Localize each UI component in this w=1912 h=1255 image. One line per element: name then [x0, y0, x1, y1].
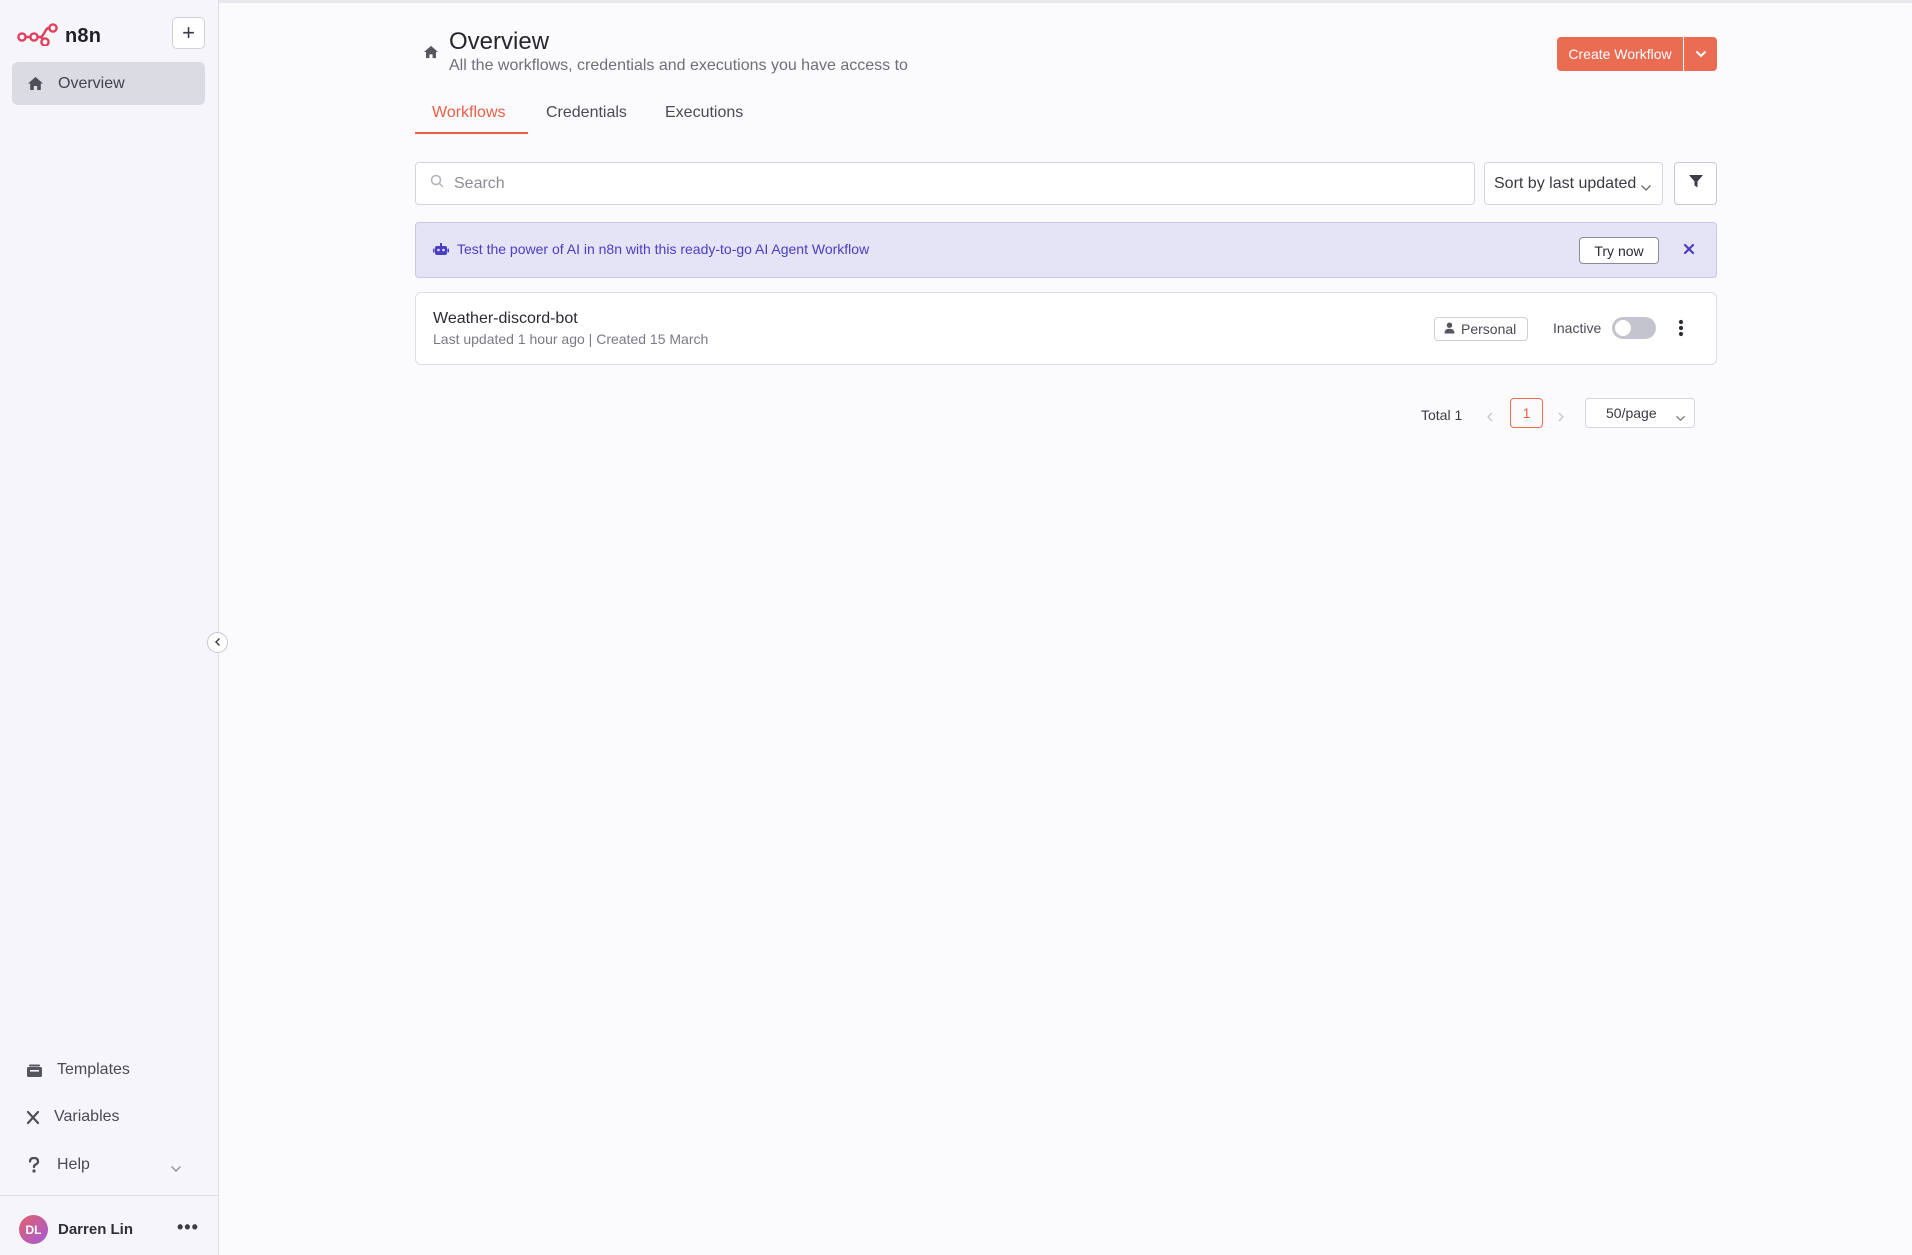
ai-promo-banner: Test the power of AI in n8n with this re… — [415, 222, 1717, 278]
create-options-dropdown[interactable] — [1684, 37, 1717, 71]
filter-button[interactable] — [1674, 162, 1717, 205]
page-button-current[interactable]: 1 — [1510, 398, 1543, 428]
sidebar-item-label: Help — [57, 1156, 90, 1173]
user-name: Darren Lin — [58, 1221, 134, 1238]
create-workflow-button[interactable]: Create Workflow — [1557, 37, 1683, 71]
help-icon — [25, 1156, 43, 1174]
home-icon — [26, 75, 44, 93]
top-border — [219, 0, 1912, 3]
workflow-active-toggle[interactable] — [1612, 317, 1656, 339]
robot-icon — [433, 242, 449, 261]
user-menu-button[interactable]: ••• — [177, 1217, 199, 1238]
chevron-down-icon[interactable] — [170, 1160, 182, 1178]
page-subtitle: All the workflows, credentials and execu… — [449, 57, 908, 74]
sort-label: Sort by last updated — [1494, 174, 1637, 192]
page-size-label: 50/page — [1606, 405, 1657, 421]
page-size-select[interactable]: 50/page — [1585, 398, 1695, 428]
chevron-left-icon[interactable] — [1486, 409, 1494, 427]
filter-icon — [1688, 173, 1704, 194]
banner-text: Test the power of AI in n8n with this re… — [457, 241, 870, 257]
more-vertical-icon[interactable] — [1678, 319, 1684, 342]
sidebar-item-overview[interactable]: Overview — [12, 62, 205, 105]
user-icon — [1444, 321, 1455, 337]
user-profile: DL Darren Lin ••• — [0, 1195, 219, 1255]
sidebar-item-label: Overview — [58, 74, 125, 92]
toggle-knob — [1615, 320, 1631, 336]
collapse-sidebar-button[interactable] — [207, 632, 228, 653]
sidebar-item-templates[interactable]: Templates — [25, 1061, 130, 1079]
templates-icon — [25, 1061, 43, 1079]
workflow-card[interactable]: Weather-discord-bot Last updated 1 hour … — [415, 292, 1717, 365]
tab-workflows[interactable]: Workflows — [432, 104, 506, 122]
close-icon[interactable] — [1683, 242, 1695, 260]
sort-select[interactable]: Sort by last updated — [1484, 162, 1663, 205]
chevron-right-icon[interactable] — [1557, 409, 1565, 427]
workflow-meta: Last updated 1 hour ago | Created 15 Mar… — [433, 331, 709, 347]
chevron-down-icon — [1695, 45, 1707, 63]
chevron-left-icon — [213, 634, 223, 652]
chevron-down-icon — [1675, 409, 1686, 425]
total-count: Total 1 — [1421, 407, 1463, 423]
chevron-down-icon — [1640, 179, 1652, 197]
owner-badge-label: Personal — [1461, 321, 1517, 337]
search-icon — [430, 174, 444, 193]
workflow-status: Inactive — [1553, 320, 1602, 336]
active-tab-indicator — [415, 132, 528, 134]
sidebar-item-label: Variables — [54, 1108, 120, 1125]
search-box — [415, 162, 1475, 205]
sidebar-item-variables[interactable]: Variables — [25, 1108, 120, 1126]
brand[interactable]: n8n — [17, 22, 101, 51]
search-input[interactable] — [454, 174, 1446, 193]
sidebar-item-help[interactable]: Help — [25, 1156, 90, 1174]
avatar[interactable]: DL — [19, 1215, 48, 1244]
sidebar-item-label: Templates — [57, 1061, 130, 1078]
tab-executions[interactable]: Executions — [665, 104, 743, 122]
add-button[interactable]: + — [172, 17, 205, 49]
home-icon — [423, 45, 439, 64]
sidebar: n8n + Overview Templates Variables Help … — [0, 0, 228, 1255]
tab-credentials[interactable]: Credentials — [546, 104, 627, 122]
owner-badge: Personal — [1434, 317, 1528, 341]
page-title: Overview — [449, 28, 550, 55]
brand-name: n8n — [65, 25, 102, 47]
variables-icon — [25, 1108, 40, 1126]
try-now-button[interactable]: Try now — [1579, 237, 1659, 264]
n8n-logo-icon — [17, 22, 59, 51]
workflow-name: Weather-discord-bot — [433, 310, 578, 327]
